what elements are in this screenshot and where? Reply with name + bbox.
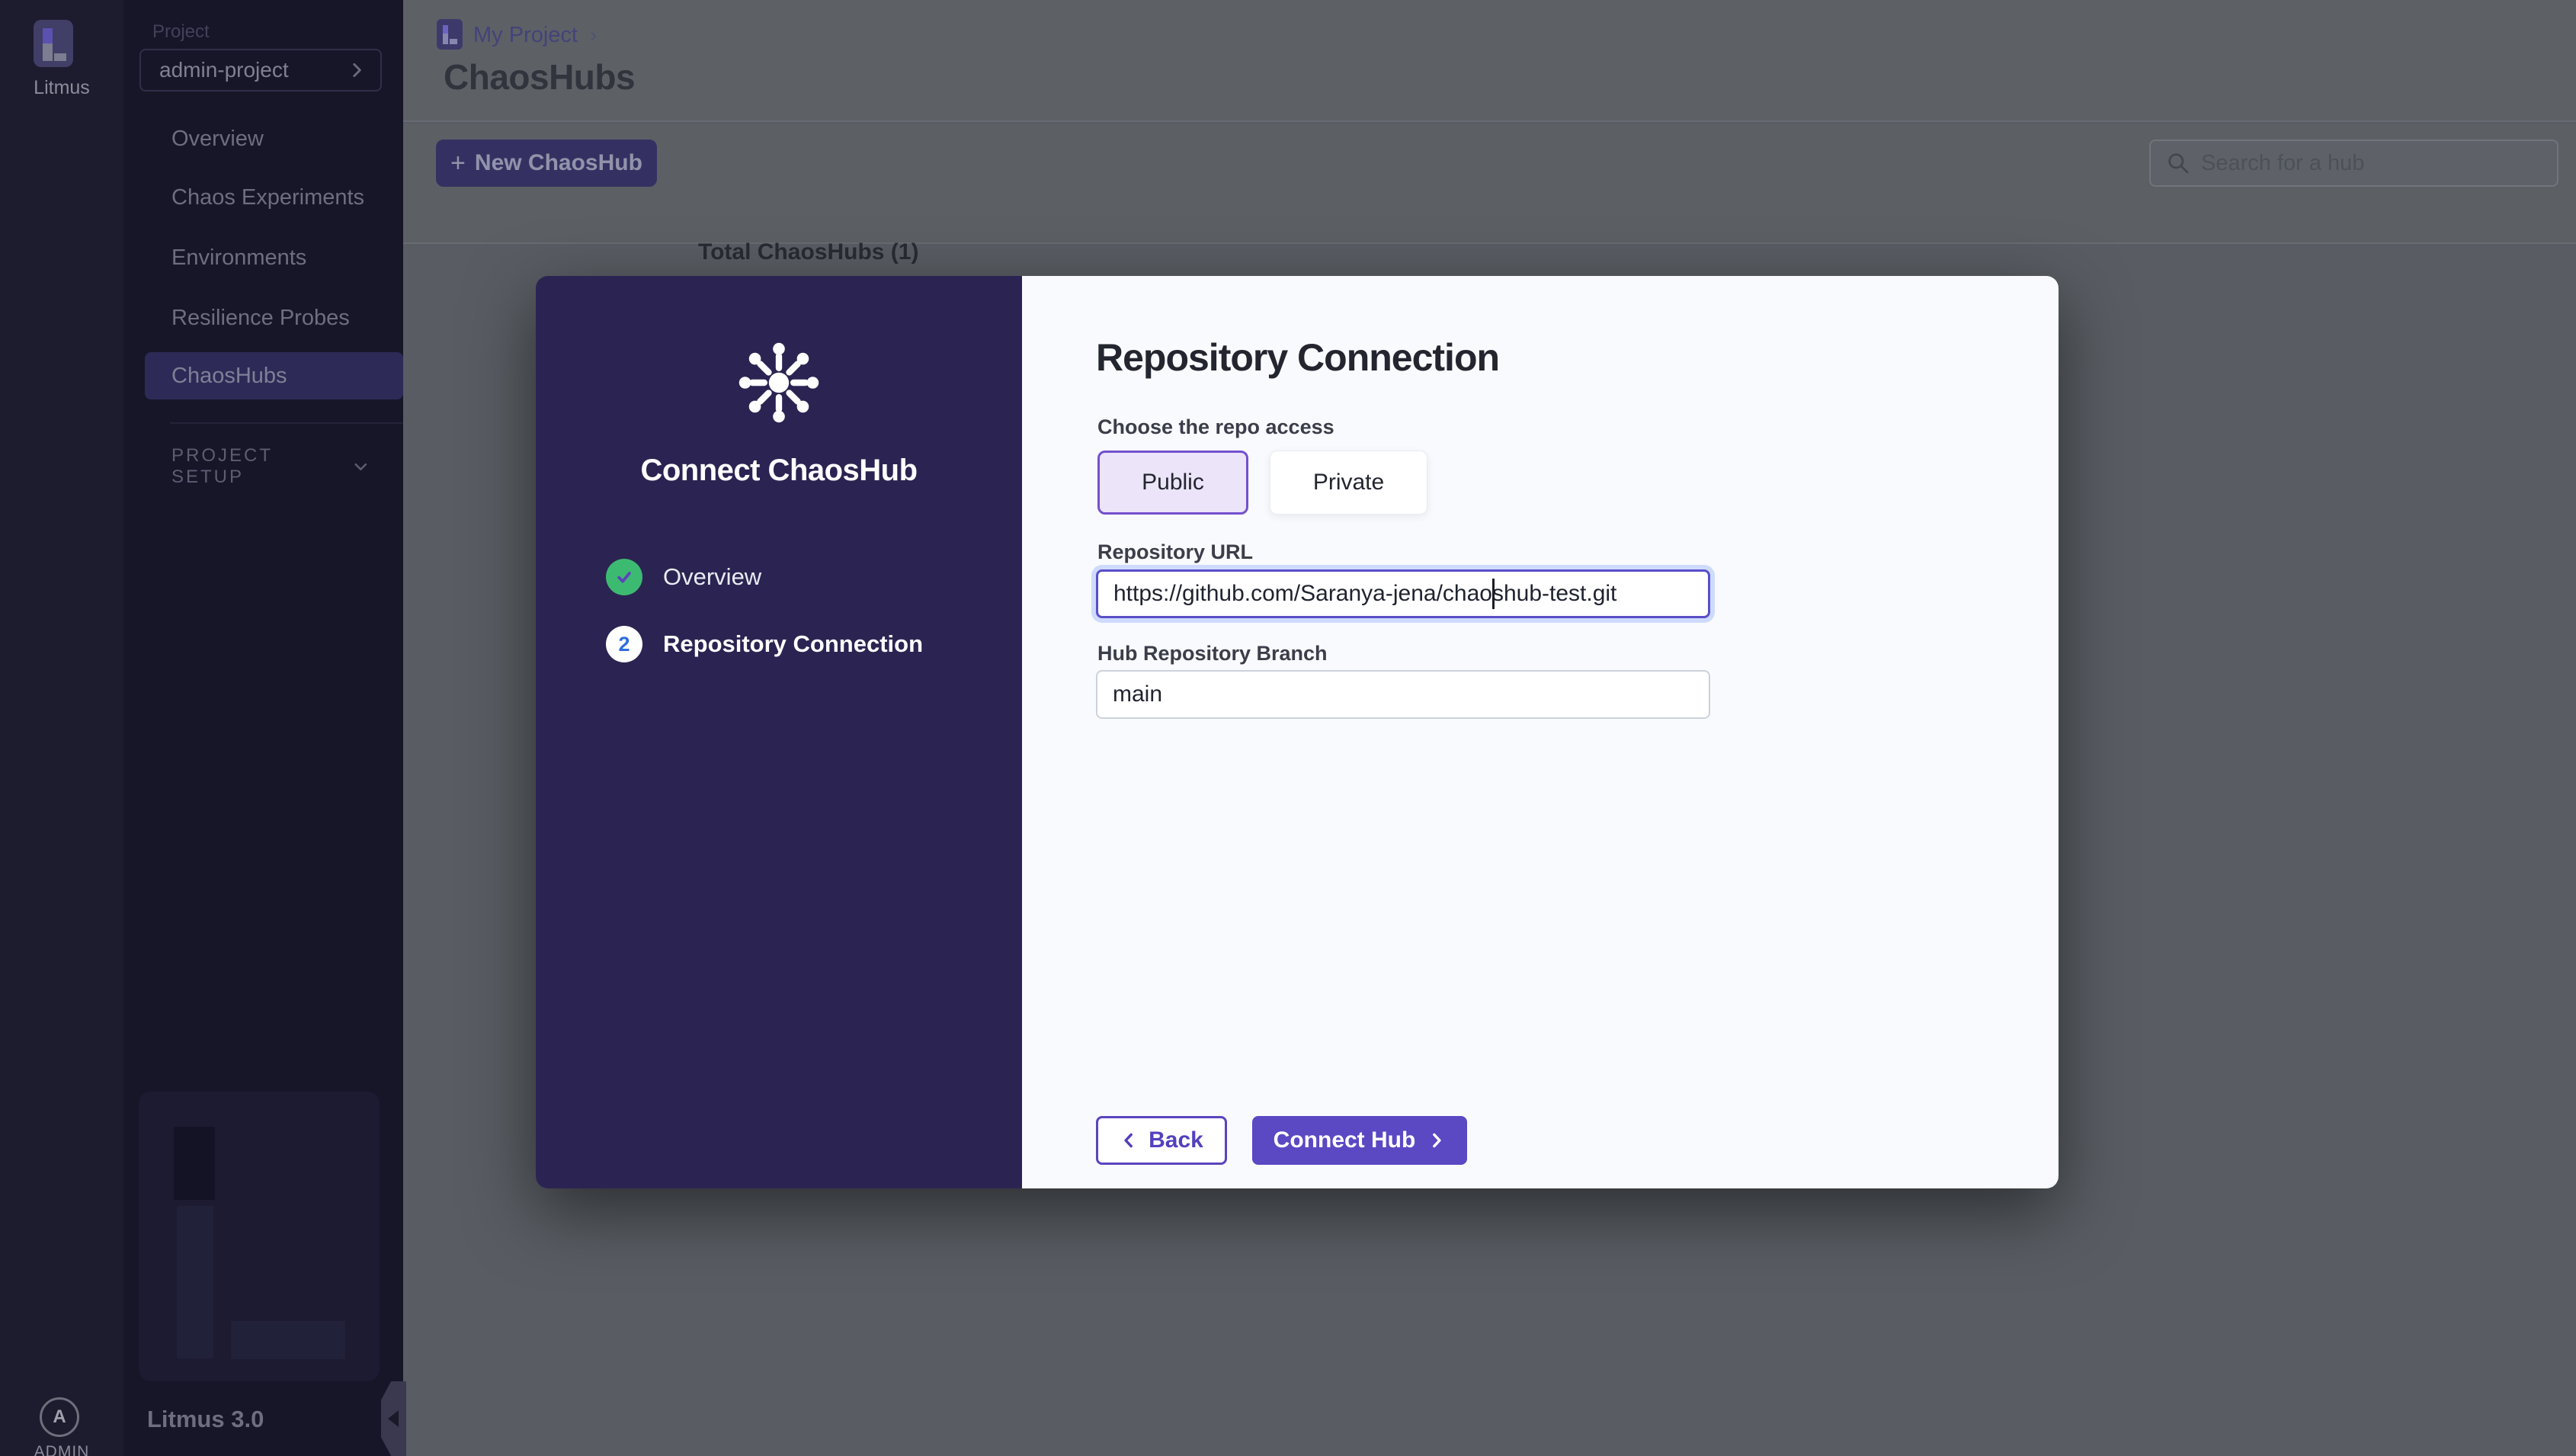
version-label: Litmus 3.0 [147,1406,264,1433]
step-repository-connection[interactable]: 2 Repository Connection [606,626,923,662]
user-name-label: ADMIN [0,1443,123,1456]
project-setup-label: PROJECT SETUP [171,445,317,488]
litmus-logo-icon[interactable] [34,20,73,67]
search-icon [2166,151,2190,175]
step-label: Repository Connection [663,630,923,658]
illustration-block [174,1127,215,1200]
logo-mark [43,43,53,61]
hub-search [2149,140,2558,187]
litmus-app: Litmus A ADMIN Project admin-project Ove… [0,0,2576,1456]
repository-url-field [1096,569,1710,618]
icon-mark [450,39,457,44]
branch-label: Hub Repository Branch [1097,642,1328,665]
repository-url-input[interactable] [1096,569,1710,618]
logo-mark [43,28,53,43]
new-chaoshub-button[interactable]: + New ChaosHub [436,140,657,187]
plus-icon: + [450,149,466,178]
back-button[interactable]: Back [1096,1116,1227,1165]
page-title: ChaosHubs [444,56,635,98]
check-icon [613,566,636,588]
connect-hub-button[interactable]: Connect Hub [1252,1116,1467,1165]
modal-title: Connect ChaosHub [536,454,1022,488]
toolbar: + New ChaosHub [403,123,2576,244]
step-complete-badge [606,559,642,595]
chevron-right-icon: › [590,23,597,47]
chevron-down-icon [352,456,370,477]
sidebar-item-environments[interactable]: Environments [123,234,403,281]
access-option-label: Public [1142,470,1204,495]
sidebar-item-label: ChaosHubs [171,364,287,389]
access-option-label: Private [1313,470,1384,495]
illustration-block [231,1321,345,1359]
project-setup-toggle[interactable]: PROJECT SETUP [171,445,370,488]
sidebar-item-label: Environments [171,245,306,271]
chevron-left-icon [1120,1130,1139,1150]
step-number-badge: 2 [606,626,642,662]
project-switcher[interactable]: admin-project [139,49,382,91]
project-name: admin-project [159,58,289,82]
breadcrumb-project-icon [437,19,463,50]
icon-mark [443,25,448,34]
user-avatar[interactable]: A [40,1397,79,1437]
page-header: My Project › ChaosHubs [403,0,2576,122]
repo-access-public-button[interactable]: Public [1097,451,1248,515]
sidebar-item-label: Chaos Experiments [171,185,364,210]
sidebar-item-resilience-probes[interactable]: Resilience Probes [123,294,403,342]
modal-steps-panel: Connect ChaosHub Overview 2 Repository C… [536,276,1022,1188]
sidebar-item-chaoshubs[interactable]: ChaosHubs [145,352,403,399]
branch-input[interactable] [1096,670,1710,719]
chevron-right-icon [347,60,367,80]
icon-mark [443,34,448,44]
logo-mark [54,53,66,61]
step-overview[interactable]: Overview [606,559,761,595]
sidebar-item-chaos-experiments[interactable]: Chaos Experiments [123,174,403,221]
modal-form-panel: Repository Connection Choose the repo ac… [1022,276,2059,1188]
connect-hub-button-label: Connect Hub [1274,1127,1416,1153]
search-input[interactable] [2201,151,2557,176]
form-heading: Repository Connection [1096,335,1499,380]
repo-access-private-button[interactable]: Private [1270,451,1427,515]
chevron-right-icon [1426,1130,1446,1150]
sidebar-item-overview[interactable]: Overview [123,115,403,162]
back-button-label: Back [1149,1127,1203,1153]
breadcrumb-my-project-link[interactable]: My Project [473,23,578,48]
repo-access-label: Choose the repo access [1097,415,1334,439]
repository-url-label: Repository URL [1097,540,1253,564]
sidebar: Project admin-project Overview Chaos Exp… [123,0,403,1456]
branch-field [1096,670,1710,719]
illustration-block [177,1206,213,1358]
sidebar-item-label: Resilience Probes [171,306,350,331]
text-caret [1492,579,1495,609]
sidebar-item-label: Overview [171,127,264,152]
project-section-label: Project [152,21,210,43]
sidebar-divider [170,422,403,424]
sidebar-illustration [139,1092,380,1381]
step-label: Overview [663,563,761,591]
litmus-brand-label: Litmus [0,77,123,99]
total-chaoshubs-label: Total ChaosHubs (1) [698,239,918,265]
collapse-arrow-icon [388,1410,399,1427]
chaoshub-flower-icon [733,337,825,428]
brand-strip: Litmus A ADMIN [0,0,123,1456]
new-chaoshub-button-label: New ChaosHub [475,150,642,176]
connect-chaoshub-modal: Connect ChaosHub Overview 2 Repository C… [536,276,2059,1188]
